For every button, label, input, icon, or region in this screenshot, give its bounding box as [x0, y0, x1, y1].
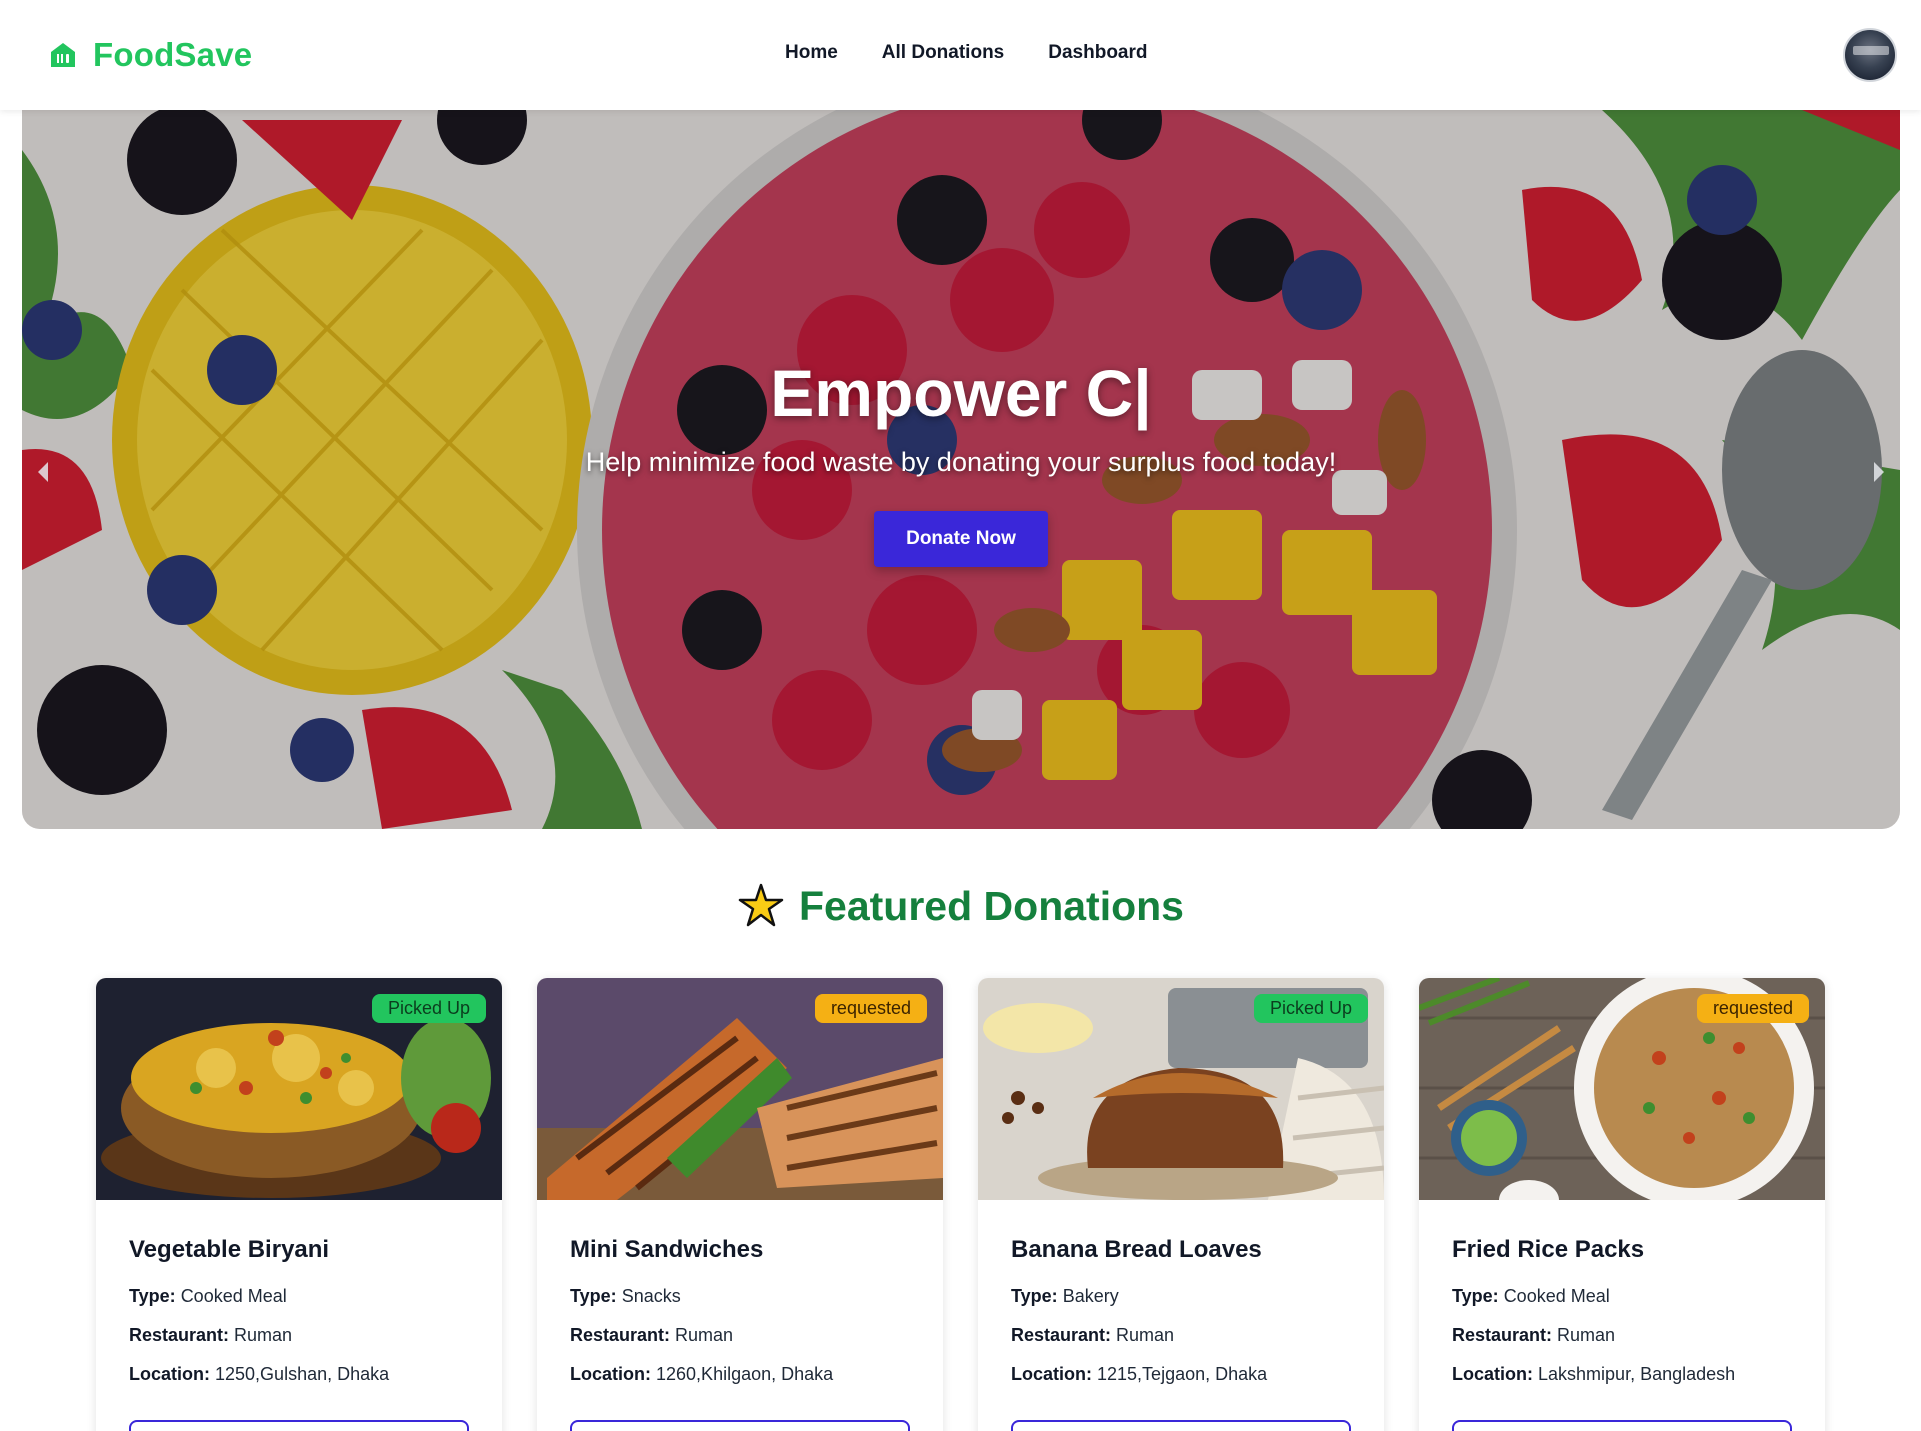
status-badge: requested — [1696, 994, 1809, 1023]
donation-card: Picked Up Banana Bread Loaves Type: Bake… — [978, 978, 1384, 1431]
chevron-left-icon[interactable] — [32, 452, 52, 492]
donation-type: Type: Cooked Meal — [129, 1286, 469, 1307]
donation-card: requested Fried Rice Packs Type: Cooked … — [1419, 978, 1825, 1431]
brand-logo[interactable]: FoodSave — [47, 36, 252, 74]
status-badge: Picked Up — [371, 994, 486, 1023]
type-value: Bakery — [1062, 1286, 1119, 1306]
restaurant-value: Ruman — [1116, 1325, 1175, 1345]
type-label: Type: — [1011, 1286, 1058, 1306]
view-details-button[interactable] — [570, 1420, 910, 1431]
main-nav: Home All Donations Dashboard — [785, 42, 1148, 64]
donation-location: Location: Lakshmipur, Bangladesh — [1452, 1364, 1792, 1385]
location-label: Location: — [129, 1364, 210, 1384]
location-value: 1250,Gulshan, Dhaka — [215, 1364, 390, 1384]
donation-image-biryani: Picked Up — [96, 978, 502, 1200]
location-value: 1215,Tejgaon, Dhaka — [1097, 1364, 1268, 1384]
restaurant-value: Ruman — [675, 1325, 734, 1345]
chevron-right-icon[interactable] — [1870, 452, 1890, 492]
restaurant-label: Restaurant: — [570, 1325, 671, 1345]
navbar: FoodSave Home All Donations Dashboard — [0, 0, 1921, 110]
donation-title: Mini Sandwiches — [570, 1236, 764, 1263]
location-value: 1260,Khilgaon, Dhaka — [656, 1364, 834, 1384]
featured-title: Featured Donations — [799, 882, 1184, 929]
hero-banner: Empower C| Help minimize food waste by d… — [22, 110, 1900, 829]
location-label: Location: — [570, 1364, 651, 1384]
donation-restaurant: Restaurant: Ruman — [570, 1325, 910, 1346]
location-label: Location: — [1452, 1364, 1533, 1384]
type-label: Type: — [129, 1286, 176, 1306]
hero-subtitle: Help minimize food waste by donating you… — [585, 447, 1337, 477]
restaurant-label: Restaurant: — [129, 1325, 230, 1345]
donation-cards: Picked Up Vegetable Biryani Type: Cooked… — [96, 978, 1825, 1431]
status-badge: requested — [814, 994, 927, 1023]
donation-card: Picked Up Vegetable Biryani Type: Cooked… — [96, 978, 502, 1431]
location-value: Lakshmipur, Bangladesh — [1538, 1364, 1736, 1384]
type-value: Cooked Meal — [180, 1286, 287, 1306]
nav-home[interactable]: Home — [785, 42, 838, 64]
donation-title: Fried Rice Packs — [1452, 1236, 1645, 1263]
donation-card: requested Mini Sandwiches Type: Snacks R… — [537, 978, 943, 1431]
donation-restaurant: Restaurant: Ruman — [1452, 1325, 1792, 1346]
star-icon — [738, 883, 784, 927]
donation-title: Banana Bread Loaves — [1011, 1236, 1262, 1263]
type-label: Type: — [570, 1286, 617, 1306]
nav-all-donations[interactable]: All Donations — [882, 42, 1004, 64]
view-details-button[interactable] — [1452, 1420, 1792, 1431]
hero-title: Empower C| — [770, 356, 1152, 430]
restaurant-value: Ruman — [1557, 1325, 1616, 1345]
type-value: Cooked Meal — [1503, 1286, 1610, 1306]
restaurant-value: Ruman — [234, 1325, 293, 1345]
donation-type: Type: Bakery — [1011, 1286, 1351, 1307]
type-label: Type: — [1452, 1286, 1499, 1306]
restaurant-label: Restaurant: — [1011, 1325, 1112, 1345]
donation-restaurant: Restaurant: Ruman — [1011, 1325, 1351, 1346]
donation-location: Location: 1260,Khilgaon, Dhaka — [570, 1364, 910, 1385]
donation-type: Type: Cooked Meal — [1452, 1286, 1792, 1307]
nav-dashboard[interactable]: Dashboard — [1048, 42, 1147, 64]
donation-image-sandwiches: requested — [537, 978, 943, 1200]
donation-title: Vegetable Biryani — [129, 1236, 330, 1263]
store-icon — [51, 43, 75, 67]
view-details-button[interactable] — [129, 1420, 469, 1431]
donate-now-button[interactable]: Donate Now — [874, 511, 1048, 567]
donation-restaurant: Restaurant: Ruman — [129, 1325, 469, 1346]
status-badge: Picked Up — [1253, 994, 1368, 1023]
featured-heading: Featured Donations — [0, 882, 1921, 930]
view-details-button[interactable] — [1011, 1420, 1351, 1431]
type-value: Snacks — [621, 1286, 681, 1306]
donation-location: Location: 1215,Tejgaon, Dhaka — [1011, 1364, 1351, 1385]
brand-name: FoodSave — [93, 36, 253, 73]
user-avatar[interactable] — [1843, 28, 1897, 82]
donation-type: Type: Snacks — [570, 1286, 910, 1307]
restaurant-label: Restaurant: — [1452, 1325, 1553, 1345]
donation-image-banana-bread: Picked Up — [978, 978, 1384, 1200]
donation-image-fried-rice: requested — [1419, 978, 1825, 1200]
donation-location: Location: 1250,Gulshan, Dhaka — [129, 1364, 469, 1385]
location-label: Location: — [1011, 1364, 1092, 1384]
